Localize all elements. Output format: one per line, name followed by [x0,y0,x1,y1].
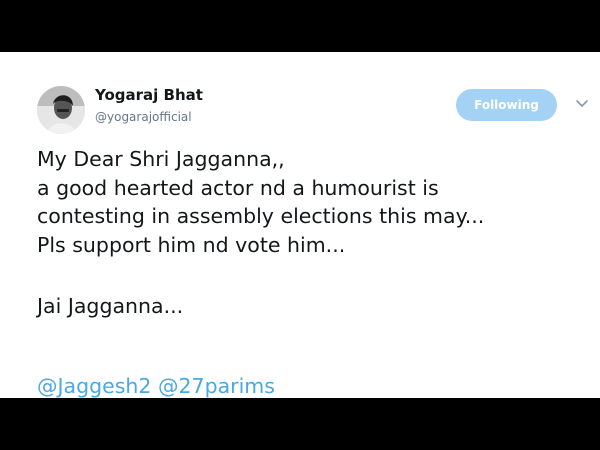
tweet-line: a good hearted actor nd a humourist is [37,175,439,200]
tweet-card: Yogaraj Bhat @yogarajofficial Following … [0,52,600,398]
mention-link-jaggesh2[interactable]: @Jaggesh2 [37,374,151,398]
avatar[interactable] [37,86,85,134]
tweet-line: Jai Jagganna... [37,294,184,318]
mention-link-27parims[interactable]: @27parims [158,374,275,398]
tweet-line: My Dear Shri Jagganna,, [37,147,285,171]
tweet-line: Pls support him nd vote him... [37,232,346,257]
tweet-mentions: @Jaggesh2 @27parims [37,372,275,398]
following-button[interactable]: Following [456,89,557,121]
chevron-down-icon[interactable] [575,99,589,109]
tweet-line: contesting in assembly elections this ma… [37,204,485,228]
author-handle[interactable]: @yogarajofficial [95,110,192,124]
tweet-text: My Dear Shri Jagganna,, a good hearted a… [37,145,593,321]
author-display-name[interactable]: Yogaraj Bhat [95,86,203,104]
